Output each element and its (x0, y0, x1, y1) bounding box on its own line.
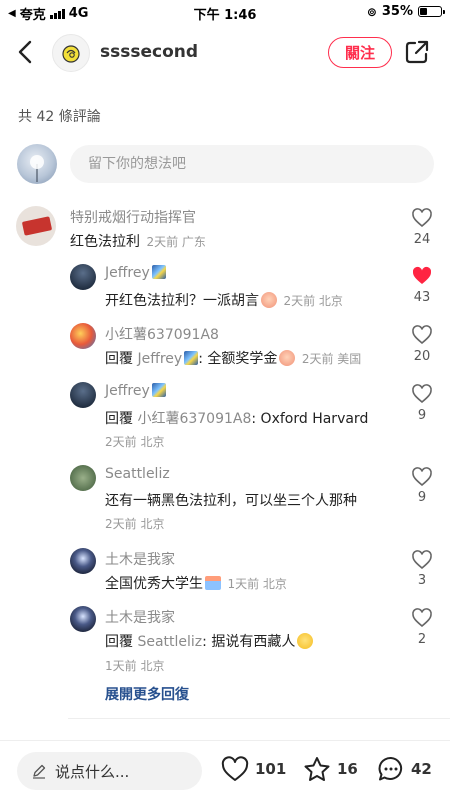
like-icon[interactable] (411, 383, 433, 405)
peach-face-emoji-icon (279, 350, 296, 366)
reply-meta: 2天前 北京 (105, 435, 165, 449)
reply-avatar[interactable] (70, 382, 96, 408)
reply-meta: 2天前 北京 (283, 294, 343, 308)
reply-text: 开红色法拉利？一派胡言 2天前 北京 (105, 290, 343, 310)
pencil-icon (33, 764, 46, 779)
battery-percent: 35% (381, 4, 413, 19)
back-icon[interactable] (12, 38, 40, 66)
reply-avatar[interactable] (70, 323, 96, 349)
star-total: 16 (337, 760, 358, 778)
like-count: 9 (417, 408, 427, 423)
badge-icon (151, 383, 166, 397)
reply-text: 还有一辆黑色法拉利，可以坐三个人那种 (105, 493, 357, 509)
author-avatar[interactable] (52, 34, 90, 72)
author-name[interactable]: ssssecond (100, 42, 198, 62)
share-icon[interactable] (404, 39, 430, 65)
reply-text: 回覆 Jeffrey : 全额奖学金 2天前 美国 (105, 348, 361, 368)
reply-username[interactable]: Jeffrey (105, 265, 166, 281)
follow-button[interactable]: 關注 (328, 37, 392, 68)
like-stat[interactable]: 101 (220, 755, 286, 783)
commenter-avatar[interactable] (16, 206, 56, 246)
like-icon[interactable] (411, 549, 433, 571)
reply-body: 全国优秀大学生 (105, 576, 203, 592)
like-count: 20 (413, 349, 431, 364)
reply-mention[interactable]: Jeffrey (137, 351, 182, 367)
reply-username[interactable]: 土木是我家 (105, 549, 175, 569)
like-count: 43 (413, 290, 431, 305)
comment-body: 红色法拉利 (70, 234, 140, 250)
reply-prefix: 回覆 (105, 634, 138, 650)
bottom-bar: 说点什么... 101 16 42 (0, 741, 450, 800)
reply-prefix: 回覆 (105, 411, 138, 427)
comment-bubble-icon (378, 756, 403, 781)
status-right: ⊚ 35% (366, 4, 445, 19)
reply-mention[interactable]: 小红薯637091A8 (137, 411, 251, 427)
like-count: 3 (417, 573, 427, 588)
reply-text: 回覆 小红薯637091A8: Oxford Harvard (105, 408, 368, 428)
reply-username-text: Jeffrey (105, 383, 150, 399)
expand-more-replies-link[interactable]: 展開更多回復 (105, 684, 189, 704)
like-total: 101 (255, 760, 287, 778)
reply-text: 全国优秀大学生 1天前 北京 (105, 573, 287, 593)
like-icon[interactable] (411, 207, 433, 229)
reply-avatar[interactable] (70, 264, 96, 290)
reply-body: : 全额奖学金 (198, 351, 278, 367)
collect-stat[interactable]: 16 (302, 755, 358, 783)
reply-username[interactable]: Jeffrey (105, 383, 166, 399)
reply-avatar[interactable] (70, 465, 96, 491)
comment-meta: 2天前 广东 (146, 235, 206, 249)
smirk-emoji-icon (297, 633, 314, 649)
reply-prefix: 回覆 (105, 351, 138, 367)
badge-icon (151, 265, 166, 279)
badge-icon (184, 351, 199, 365)
comment-username[interactable]: 特别戒烟行动指挥官 (70, 207, 196, 227)
reply-body: : Oxford Harvard (251, 411, 369, 427)
peach-face-emoji-icon (261, 292, 277, 308)
my-avatar (17, 144, 57, 184)
header: ssssecond 關注 (0, 26, 450, 80)
heart-icon (221, 756, 249, 781)
reply-username-text: Jeffrey (105, 265, 150, 281)
school-emoji-icon (205, 576, 221, 590)
reply-username[interactable]: 土木是我家 (105, 607, 175, 627)
battery-icon (418, 6, 445, 17)
reply-body: : 据说有西藏人 (202, 634, 296, 650)
like-count: 2 (417, 632, 427, 647)
like-icon[interactable] (411, 324, 433, 346)
author-avatar-logo-icon (62, 45, 80, 63)
reply-mention[interactable]: Seattleliz (137, 634, 202, 650)
comment-count: 共 42 條評論 (18, 109, 101, 125)
like-count: 9 (417, 490, 427, 505)
reply-meta: 2天前 美国 (301, 352, 362, 366)
like-icon[interactable] (411, 607, 433, 629)
liked-heart-icon[interactable] (411, 265, 433, 287)
like-icon[interactable] (411, 466, 433, 488)
reply-meta: 2天前 北京 (105, 517, 165, 531)
reply-text: 回覆 Seattleliz: 据说有西藏人 (105, 631, 314, 651)
reply-meta: 1天前 北京 (227, 577, 287, 591)
orientation-lock-icon: ⊚ (366, 4, 377, 19)
reply-username[interactable]: Seattleliz (105, 466, 170, 482)
status-bar: ◀ 夸克 4G 下午 1:46 ⊚ 35% (0, 0, 450, 24)
comment-text: 红色法拉利 2天前 广东 (70, 231, 206, 251)
comment-stat[interactable]: 42 (376, 755, 432, 783)
reply-meta: 1天前 北京 (105, 659, 165, 673)
reply-username[interactable]: 小红薯637091A8 (105, 324, 219, 344)
reply-avatar[interactable] (70, 606, 96, 632)
reply-body: 开红色法拉利？一派胡言 (105, 293, 259, 309)
comment-divider (68, 718, 450, 719)
bottom-comment-input[interactable]: 说点什么... (17, 752, 202, 790)
comment-input[interactable]: 留下你的想法吧 (70, 145, 434, 183)
comment-total: 42 (411, 760, 432, 778)
star-icon (304, 757, 330, 781)
like-count: 24 (413, 232, 431, 247)
dandelion-avatar-image (30, 155, 44, 182)
bottom-input-placeholder: 说点什么... (55, 762, 130, 781)
reply-avatar[interactable] (70, 548, 96, 574)
